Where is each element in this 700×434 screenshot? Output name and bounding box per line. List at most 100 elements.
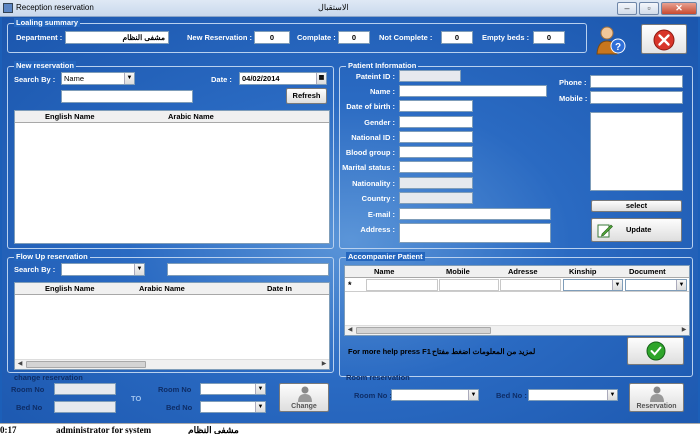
document-cell[interactable]: ▼ xyxy=(625,279,687,291)
loading-summary-title: Loaling summary xyxy=(14,18,81,27)
country-field xyxy=(399,192,473,204)
marital-status-field[interactable] xyxy=(399,161,473,173)
chevron-down-icon: ▼ xyxy=(255,384,265,394)
maximize-button[interactable]: ▫ xyxy=(639,2,659,15)
close-form-button[interactable] xyxy=(641,24,687,54)
patient-id-label: Pateint ID : xyxy=(355,72,395,81)
svg-text:?: ? xyxy=(615,42,621,53)
new-reservation-group: New reservation Search By : Name ▼ Date … xyxy=(7,61,334,249)
national-id-field[interactable] xyxy=(399,131,473,143)
update-button[interactable]: Update xyxy=(591,218,682,242)
chevron-down-icon: ▼ xyxy=(134,264,144,275)
mobile-label: Mobile : xyxy=(559,94,588,103)
country-label: Country : xyxy=(361,194,395,203)
name-cell[interactable] xyxy=(366,279,438,291)
gender-label: Gender : xyxy=(364,118,395,127)
email-label: E-mail : xyxy=(367,210,395,219)
table-row[interactable]: * ▼ ▼ xyxy=(345,279,689,292)
accompanier-title: Accompanier Patient xyxy=(346,252,425,261)
current-room-field xyxy=(54,383,116,395)
doctor-icon xyxy=(650,386,664,402)
mobile-cell[interactable] xyxy=(439,279,499,291)
patient-info-group: Patient Information Pateint ID : Name : … xyxy=(339,61,693,249)
new-reservation-grid[interactable]: English Name Arabic Name xyxy=(14,110,330,244)
new-reservation-count-label: New Reservation : xyxy=(187,33,253,42)
scroll-thumb[interactable] xyxy=(356,327,491,334)
kinship-cell[interactable]: ▼ xyxy=(563,279,623,291)
col-name: Name xyxy=(374,267,395,276)
name-field[interactable] xyxy=(399,85,547,97)
flow-up-search-by-select[interactable]: ▼ xyxy=(61,263,145,276)
dob-field[interactable] xyxy=(399,100,473,112)
close-icon xyxy=(653,29,675,51)
phone-field[interactable] xyxy=(590,75,683,88)
date-picker[interactable]: 04/02/2014 ▦ xyxy=(239,72,327,85)
scroll-thumb[interactable] xyxy=(26,361,146,368)
change-button[interactable]: Change xyxy=(279,383,329,412)
scroll-left-icon[interactable]: ◀ xyxy=(15,360,25,369)
accompanier-grid[interactable]: Name Mobile Adresse Kinship Document * ▼… xyxy=(344,265,690,336)
col-document: Document xyxy=(629,267,666,276)
new-bed-no-label: Bed No xyxy=(166,403,193,412)
user-help-icon[interactable]: ? xyxy=(594,24,626,56)
loading-summary-group: Loaling summary Department : مشفى النظام… xyxy=(7,18,587,53)
title-bar: Reception reservation الاستقبال – ▫ ✕ xyxy=(0,0,700,17)
app-icon xyxy=(3,3,13,13)
scroll-left-icon[interactable]: ◀ xyxy=(345,326,355,335)
nationality-label: Nationality : xyxy=(352,179,395,188)
edit-icon xyxy=(597,224,613,238)
main-form: Loaling summary Department : مشفى النظام… xyxy=(2,17,698,423)
chevron-down-icon: ▼ xyxy=(468,390,478,400)
col-mobile: Mobile xyxy=(446,267,470,276)
calendar-icon: ▦ xyxy=(316,73,326,84)
close-window-button[interactable]: ✕ xyxy=(661,2,697,15)
phone-label: Phone : xyxy=(559,78,587,87)
doctor-icon xyxy=(298,386,312,402)
search-input[interactable] xyxy=(61,90,193,103)
flow-up-search-by-label: Search By : xyxy=(14,265,56,274)
address-field[interactable] xyxy=(399,223,551,243)
chevron-down-icon: ▼ xyxy=(676,280,686,290)
blood-group-field[interactable] xyxy=(399,146,473,158)
marital-status-label: Marital status : xyxy=(342,163,395,172)
col-english-name: English Name xyxy=(45,112,95,121)
flow-up-search-input[interactable] xyxy=(167,263,329,276)
flow-up-hscrollbar[interactable]: ◀ ▶ xyxy=(15,359,329,369)
status-user: administrator for system xyxy=(56,425,152,434)
new-reservation-title: New reservation xyxy=(14,61,76,70)
room-no-select[interactable]: ▼ xyxy=(391,389,479,401)
email-field[interactable] xyxy=(399,208,551,220)
chevron-down-icon: ▼ xyxy=(612,280,622,290)
bed-no-label: Bed No : xyxy=(496,391,527,400)
chevron-down-icon: ▼ xyxy=(255,402,265,412)
col-arabic-name: Arabic Name xyxy=(168,112,214,121)
refresh-button[interactable]: Refresh xyxy=(286,88,327,104)
empty-beds-label: Empty beds : xyxy=(482,33,530,42)
scroll-right-icon[interactable]: ▶ xyxy=(679,326,689,335)
scroll-right-icon[interactable]: ▶ xyxy=(319,360,329,369)
chevron-down-icon: ▼ xyxy=(607,390,617,400)
mobile-field[interactable] xyxy=(590,91,683,104)
bed-no-select[interactable]: ▼ xyxy=(528,389,618,401)
grid-header: English Name Arabic Name xyxy=(15,111,329,123)
reservation-button[interactable]: Reservation xyxy=(629,383,684,412)
complete-count: 0 xyxy=(338,31,370,44)
new-bed-select[interactable]: ▼ xyxy=(200,401,266,413)
dob-label: Date of birth : xyxy=(346,102,395,111)
accompanier-hscrollbar[interactable]: ◀ ▶ xyxy=(345,325,689,335)
select-photo-button[interactable]: select xyxy=(591,200,682,212)
minimize-button[interactable]: – xyxy=(617,2,637,15)
search-by-label: Search By : xyxy=(14,75,56,84)
help-hint-text: For more help press F1 xyxy=(348,347,431,356)
current-bed-field xyxy=(54,401,116,413)
address-cell[interactable] xyxy=(500,279,561,291)
new-room-select[interactable]: ▼ xyxy=(200,383,266,395)
empty-beds-count: 0 xyxy=(533,31,565,44)
flow-up-grid[interactable]: English Name Arabic Name Date In ◀ ▶ xyxy=(14,282,330,370)
gender-field[interactable] xyxy=(399,116,473,128)
status-department: مشفى النظام xyxy=(188,425,239,434)
department-value: مشفى النظام xyxy=(65,31,169,44)
confirm-button[interactable] xyxy=(627,337,684,365)
flow-up-group: Flow Up reservation Search By : ▼ Englis… xyxy=(7,252,334,373)
search-by-select[interactable]: Name ▼ xyxy=(61,72,135,85)
